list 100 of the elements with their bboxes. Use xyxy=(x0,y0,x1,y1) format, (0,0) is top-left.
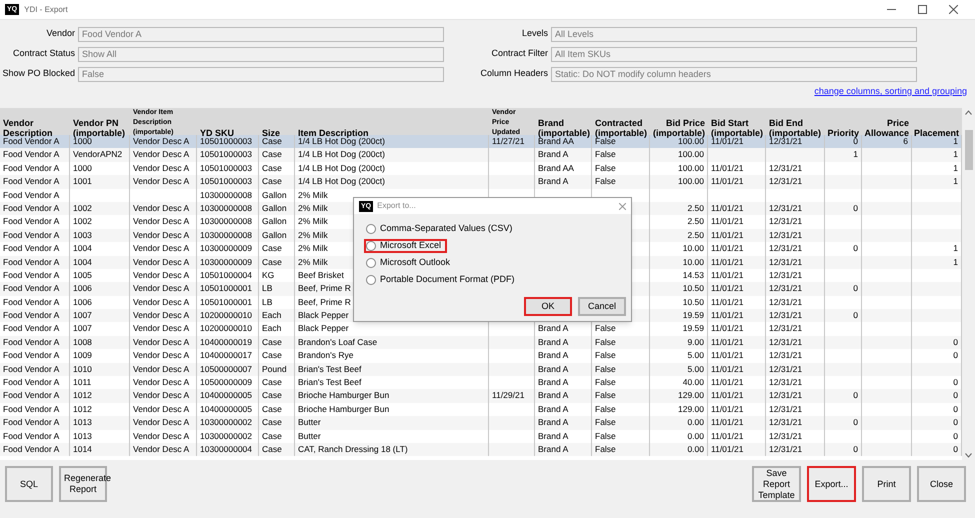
table-cell: 10400000005 xyxy=(200,404,252,414)
table-cell: 1 xyxy=(953,149,958,160)
table-cell: 12/31/21 xyxy=(769,296,802,307)
table-cell: Vendor Desc A xyxy=(133,256,190,267)
table-cell: Brian's Test Beef xyxy=(298,377,362,388)
table-cell: False xyxy=(595,377,616,388)
table-cell: 11/01/21 xyxy=(711,230,744,240)
table-cell: Brand A xyxy=(538,404,568,414)
table-cell: 12/31/21 xyxy=(769,230,802,240)
table-cell: 11/01/21 xyxy=(711,256,744,267)
table-cell: 0 xyxy=(853,390,858,400)
table-cell: 12/31/21 xyxy=(769,417,802,428)
table-cell: 12/31/21 xyxy=(769,310,802,320)
table-cell: 11/01/21 xyxy=(711,162,744,173)
table-cell: 1/4 LB Hot Dog (200ct) xyxy=(298,176,385,186)
table-cell: Food Vendor A xyxy=(3,202,60,213)
table-cell: False xyxy=(595,336,616,347)
table-cell: Vendor Desc A xyxy=(133,377,190,388)
table-cell: Food Vendor A xyxy=(3,243,60,254)
filter-label: Levels xyxy=(520,27,549,40)
table-cell: Food Vendor A xyxy=(3,149,60,160)
filter-label: Vendor xyxy=(45,27,76,40)
table-cell: 10300000002 xyxy=(200,430,252,441)
table-cell: Pound xyxy=(262,364,287,374)
table-cell: 11/01/21 xyxy=(711,296,744,307)
table-cell: Vendor Desc A xyxy=(133,336,190,347)
table-cell: 10300000002 xyxy=(200,417,252,428)
table-cell: 10300000009 xyxy=(200,243,252,254)
table-cell: Vendor Desc A xyxy=(133,417,190,428)
table-cell: 10501000003 xyxy=(200,162,252,173)
table-cell: 1012 xyxy=(73,404,92,414)
table-cell: 1002 xyxy=(73,216,92,226)
table-cell: 11/01/21 xyxy=(711,404,744,414)
table-cell: Case xyxy=(262,444,282,454)
table-cell: LB xyxy=(262,296,272,307)
table-cell: Food Vendor A xyxy=(3,310,60,320)
table-cell: False xyxy=(595,404,616,414)
table-cell: 0 xyxy=(953,444,958,454)
table-cell: Case xyxy=(262,256,282,267)
table-cell: 1007 xyxy=(73,310,92,320)
table-cell: 0 xyxy=(953,390,958,400)
table-cell: 12/31/21 xyxy=(769,377,802,388)
table-cell: 11/01/21 xyxy=(711,364,744,374)
table-cell: Vendor Desc A xyxy=(133,364,190,374)
table-cell: Food Vendor A xyxy=(3,230,60,240)
table-cell: 1013 xyxy=(73,430,92,441)
filter-label: Contract Status xyxy=(12,47,76,60)
table-cell: 12/31/21 xyxy=(769,430,802,441)
table-cell: 0 xyxy=(853,243,858,254)
table-cell: False xyxy=(595,417,616,428)
table-cell: 0 xyxy=(953,404,958,414)
table-cell: Food Vendor A xyxy=(3,417,60,428)
table-cell: Brand A xyxy=(538,390,568,400)
table-cell: 1011 xyxy=(73,377,92,388)
table-cell: 12/31/21 xyxy=(769,243,802,254)
table-cell: 0 xyxy=(953,350,958,360)
table-cell: 100.00 xyxy=(678,162,704,173)
table-cell: 19.59 xyxy=(682,310,704,320)
table-cell: 11/01/21 xyxy=(711,377,744,388)
table-cell: 2% Milk xyxy=(298,202,328,213)
table-cell: 0 xyxy=(853,417,858,428)
table-cell: Vendor Desc A xyxy=(133,283,190,294)
table-cell: Brandon's Loaf Case xyxy=(298,336,378,347)
table-cell: 0 xyxy=(853,444,858,454)
table-cell: 10300000009 xyxy=(200,256,252,267)
table-cell: Brandon's Rye xyxy=(298,350,354,360)
table-cell: 10500000009 xyxy=(200,377,252,388)
table-cell: Food Vendor A xyxy=(3,336,60,347)
filter-label: Contract Filter xyxy=(490,47,549,60)
table-cell: Gallon xyxy=(262,202,287,213)
table-cell: 0 xyxy=(853,283,858,294)
table-cell: False xyxy=(595,323,616,334)
table-cell: Case xyxy=(262,390,282,400)
table-cell: Food Vendor A xyxy=(3,190,60,200)
table-cell: 11/01/21 xyxy=(711,176,744,186)
table-cell: 10501000001 xyxy=(200,283,252,294)
table-cell: 12/31/21 xyxy=(769,283,802,294)
table-cell: Brand AA xyxy=(538,136,574,146)
table-cell: 1 xyxy=(953,243,958,254)
table-cell: 11/01/21 xyxy=(711,430,744,441)
table-cell: 1009 xyxy=(73,350,92,360)
table-cell: 1001 xyxy=(73,176,92,186)
table-cell: Brand A xyxy=(538,417,568,428)
table-cell: 0 xyxy=(953,336,958,347)
table-cell: Food Vendor A xyxy=(3,323,60,334)
table-cell: 11/29/21 xyxy=(492,390,524,400)
table-cell: 40.00 xyxy=(682,377,704,388)
table-cell: 1/4 LB Hot Dog (200ct) xyxy=(298,149,385,160)
table-cell: 12/31/21 xyxy=(769,390,802,400)
table-cell: 2% Milk xyxy=(298,216,328,226)
table-cell: Gallon xyxy=(262,190,287,200)
table-cell: Vendor Desc A xyxy=(133,176,190,186)
table-cell: False xyxy=(595,149,616,160)
table-cell: 2% Milk xyxy=(298,190,328,200)
table-cell: Case xyxy=(262,404,282,414)
table-cell: 1/4 LB Hot Dog (200ct) xyxy=(298,136,385,146)
table-cell: 10200000010 xyxy=(200,310,252,320)
table-cell: Beef, Prime R xyxy=(298,296,351,307)
table-cell: Brioche Hamburger Bun xyxy=(298,390,390,400)
table-cell: 10400000019 xyxy=(200,336,252,347)
